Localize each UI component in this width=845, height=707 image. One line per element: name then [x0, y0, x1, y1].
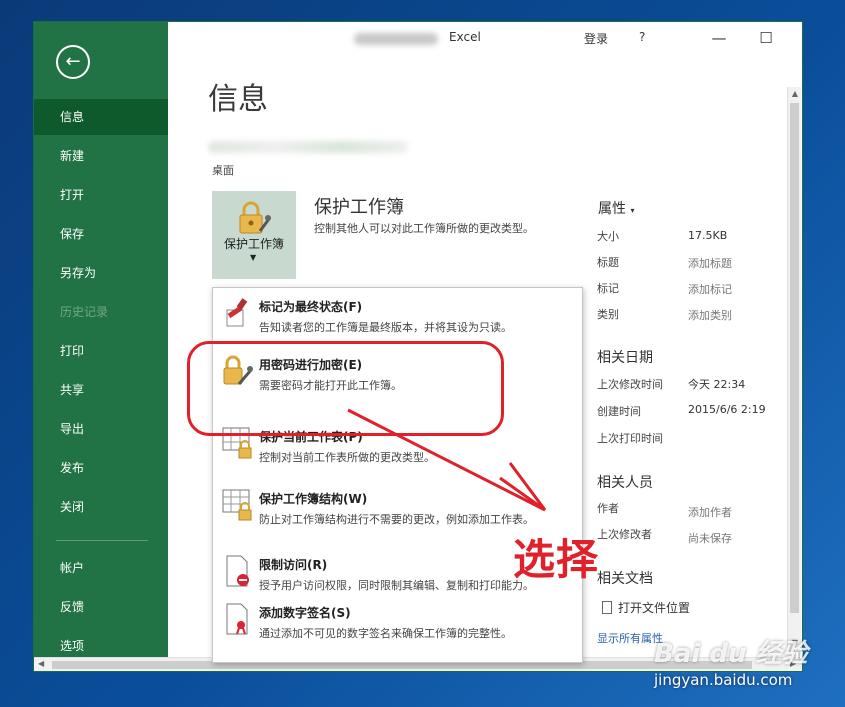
page-title: 信息 [208, 82, 268, 117]
sidebar-item-save-as[interactable]: 另存为 [34, 255, 168, 291]
protect-workbook-label: 保护工作簿 [223, 237, 284, 251]
sidebar-item-share[interactable]: 共享 [34, 372, 168, 408]
menu-item-description: 控制对当前工作表所做的更改类型。 [259, 451, 435, 464]
restrict-access-icon [226, 555, 249, 587]
prop-label-created: 创建时间 [597, 405, 641, 418]
minimize-button[interactable]: — [703, 26, 735, 50]
lock-key-icon [239, 201, 271, 234]
menu-item-description: 防止对工作簿结构进行不需要的更改，例如添加工作表。 [259, 513, 534, 526]
sidebar-item-open[interactable]: 打开 [34, 177, 168, 213]
related-dates-heading: 相关日期 [597, 350, 653, 366]
back-arrow-icon[interactable]: ← [56, 45, 90, 79]
menu-item-title: 限制访问(R) [259, 558, 328, 572]
menu-item-title: 保护工作簿结构(W) [259, 492, 368, 506]
scroll-up-icon[interactable]: ▲ [790, 89, 800, 98]
protect-workbook-heading: 保护工作簿 [314, 197, 404, 218]
sidebar-item-close[interactable]: 关闭 [34, 489, 168, 525]
prop-label-size: 大小 [597, 230, 619, 243]
sidebar-divider [56, 540, 148, 541]
menu-item-description: 通过添加不可见的数字签名来确保工作簿的完整性。 [259, 627, 512, 640]
sidebar-item-print[interactable]: 打印 [34, 333, 168, 369]
menu-item-add-digital-signature[interactable]: 添加数字签名(S) 通过添加不可见的数字签名来确保工作簿的完整性。 [213, 598, 582, 646]
open-file-location-link[interactable]: 打开文件位置 [602, 599, 690, 616]
vertical-scrollbar[interactable]: ▲ ▼ [787, 87, 801, 652]
prop-label-last-printed: 上次打印时间 [597, 432, 663, 445]
prop-value-created: 2015/6/6 2:19 [688, 403, 766, 416]
document-name-redacted [354, 33, 438, 45]
prop-value-size: 17.5KB [688, 229, 728, 242]
watermark-url: jingyan.baidu.com [654, 671, 793, 689]
menu-item-title: 添加数字签名(S) [259, 606, 351, 620]
sidebar-item-save[interactable]: 保存 [34, 216, 168, 252]
file-location: 桌面 [212, 164, 234, 177]
menu-item-mark-as-final[interactable]: 标记为最终状态(F) 告知读者您的工作簿是最终版本，并将其设为只读。 [213, 292, 582, 340]
app-name: Excel [449, 30, 481, 44]
prop-label-last-modified: 上次修改时间 [597, 378, 663, 391]
menu-item-protect-workbook-structure[interactable]: 保护工作簿结构(W) 防止对工作簿结构进行不需要的更改，例如添加工作表。 [213, 484, 582, 532]
sidebar-item-publish[interactable]: 发布 [34, 450, 168, 486]
prop-label-title: 标题 [597, 256, 619, 269]
menu-item-description: 授予用户访问权限，同时限制其编辑、复制和打印能力。 [259, 579, 534, 592]
prop-value-author[interactable]: 添加作者 [688, 504, 732, 520]
prop-label-category: 类别 [597, 308, 619, 321]
chevron-down-icon: ▼ [250, 253, 257, 262]
prop-label-author: 作者 [597, 502, 619, 515]
digital-signature-icon [226, 603, 248, 635]
protect-workbook-button[interactable]: 保护工作簿 ▼ [212, 191, 296, 279]
chevron-down-icon: ▾ [630, 206, 635, 215]
vertical-scroll-thumb[interactable] [790, 103, 799, 613]
final-stamp-icon [226, 298, 248, 327]
prop-value-last-modified-by: 尚未保存 [688, 532, 732, 545]
backstage-sidebar: ← 信息 新建 打开 保存 另存为 历史记录 打印 共享 导出 发布 关闭 帐户… [34, 22, 168, 671]
sidebar-item-history: 历史记录 [60, 305, 109, 319]
sidebar-item-info[interactable]: 信息 [34, 99, 168, 135]
prop-value-tags[interactable]: 添加标记 [688, 281, 732, 297]
sidebar-item-account[interactable]: 帐户 [34, 550, 168, 586]
file-name-redacted [208, 141, 408, 153]
baidu-watermark: Bai du 经验 jingyan.baidu.com [648, 633, 838, 701]
highlight-ellipse [187, 341, 504, 436]
prop-label-last-modified-by: 上次修改者 [597, 528, 652, 541]
prop-value-last-modified: 今天 22:34 [688, 378, 746, 391]
annotation-label: 选择 [513, 535, 600, 584]
prop-label-tags: 标记 [597, 282, 619, 295]
document-icon [602, 601, 612, 614]
sidebar-item-export[interactable]: 导出 [34, 411, 168, 447]
close-button[interactable]: ✕ [796, 26, 802, 50]
menu-item-title: 标记为最终状态(F) [259, 300, 363, 314]
sidebar-item-new[interactable]: 新建 [34, 138, 168, 174]
prop-value-category[interactable]: 添加类别 [688, 307, 732, 323]
related-people-heading: 相关人员 [597, 475, 653, 491]
title-bar: Excel 登录 ? — ☐ ✕ [168, 22, 802, 54]
protect-workbook-description: 控制其他人可以对此工作簿所做的更改类型。 [314, 222, 534, 235]
watermark-brand: Bai du 经验 [654, 639, 808, 669]
related-docs-heading: 相关文档 [597, 571, 653, 587]
sign-in-link[interactable]: 登录 [584, 30, 608, 47]
menu-item-description: 告知读者您的工作簿是最终版本，并将其设为只读。 [259, 321, 512, 334]
properties-heading[interactable]: 属性 ▾ [598, 198, 634, 218]
workbook-lock-icon [222, 489, 252, 521]
maximize-button[interactable]: ☐ [750, 26, 782, 50]
help-button[interactable]: ? [639, 30, 645, 44]
scroll-left-icon[interactable]: ◀ [38, 659, 44, 668]
sidebar-item-feedback[interactable]: 反馈 [34, 589, 168, 625]
prop-value-title[interactable]: 添加标题 [688, 255, 732, 271]
